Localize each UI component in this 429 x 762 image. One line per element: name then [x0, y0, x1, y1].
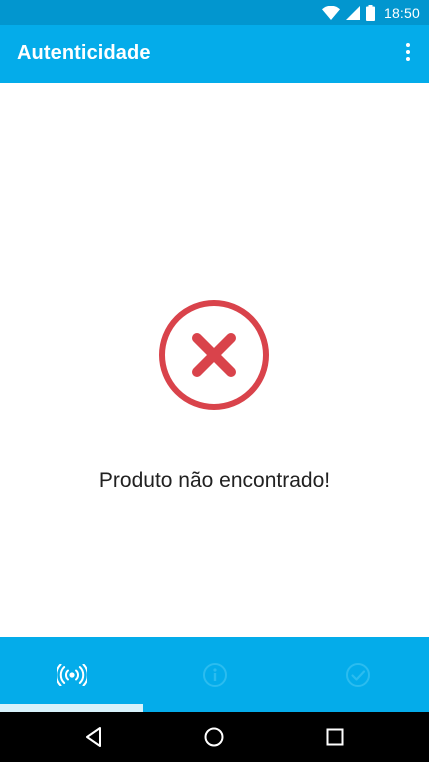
nfc-scan-icon	[56, 663, 87, 686]
status-clock: 18:50	[383, 4, 420, 21]
recents-icon[interactable]	[323, 725, 347, 749]
tab-selection-indicator	[0, 704, 143, 712]
tab-info[interactable]	[143, 637, 286, 712]
tab-nfc-scan[interactable]	[0, 637, 143, 712]
system-nav-bar	[0, 712, 429, 762]
tab-check[interactable]	[286, 637, 429, 712]
back-icon[interactable]	[82, 725, 106, 749]
battery-icon	[365, 4, 375, 21]
cell-signal-icon	[345, 5, 360, 20]
info-icon	[202, 662, 227, 687]
error-x-circle-icon	[159, 300, 269, 410]
bottom-nav	[0, 637, 429, 712]
app-title: Autenticidade	[17, 42, 151, 64]
check-circle-icon	[345, 662, 370, 687]
status-icons: 18:50	[321, 3, 420, 22]
app-bar: Autenticidade	[0, 25, 429, 83]
wifi-icon	[321, 5, 340, 20]
result-message: Produto não encontrado!	[98, 469, 331, 492]
status-bar: 18:50	[0, 0, 429, 25]
home-icon[interactable]	[202, 725, 226, 749]
main-content: Produto não encontrado!	[0, 83, 429, 637]
overflow-menu-icon[interactable]	[402, 43, 414, 65]
